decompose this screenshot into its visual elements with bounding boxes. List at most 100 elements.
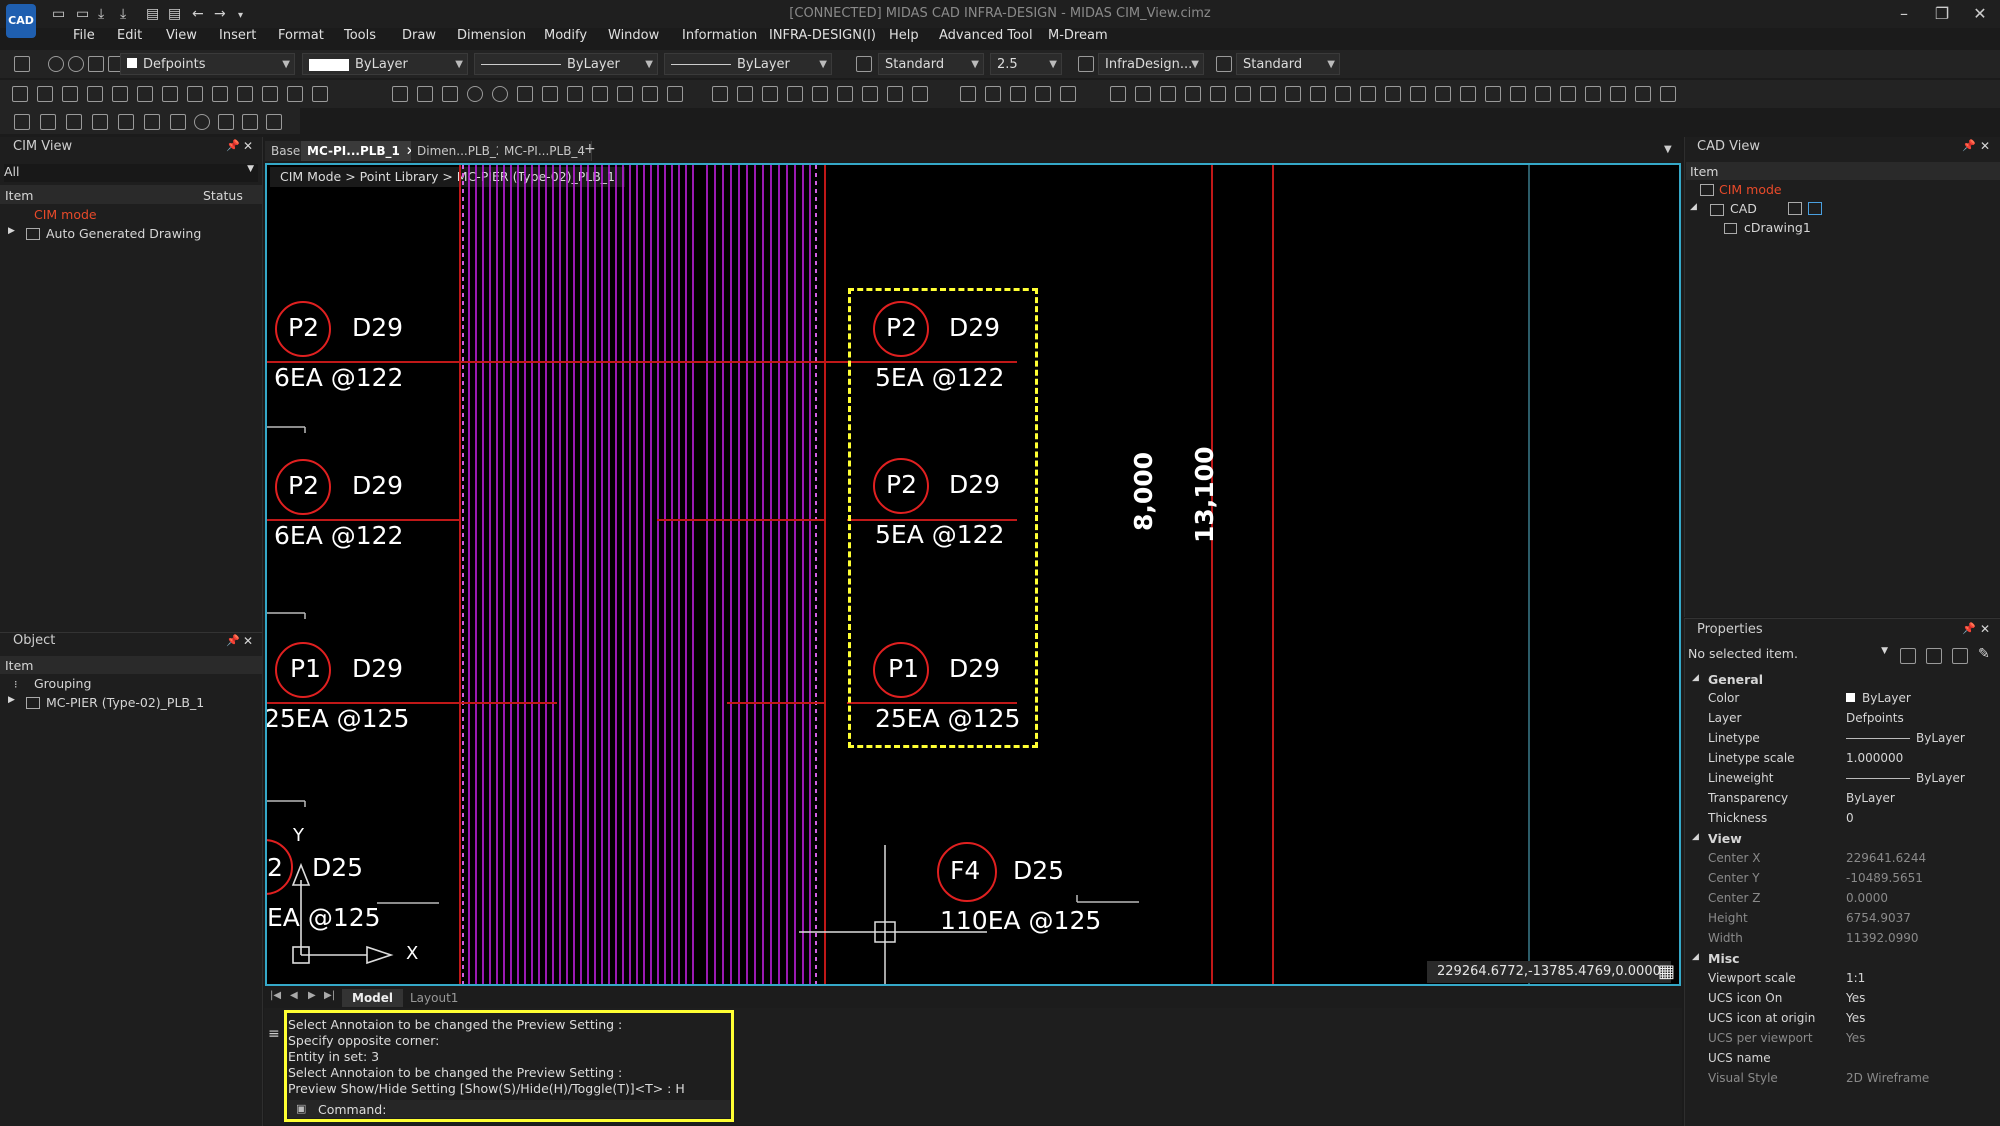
array-tool-icon[interactable]: [542, 86, 558, 102]
block-tool-icon[interactable]: [212, 86, 228, 102]
layer-on-icon[interactable]: [48, 56, 64, 72]
dim-tool-icon[interactable]: [112, 86, 128, 102]
lineweight-dropdown[interactable]: ByLayer ▼: [664, 53, 832, 75]
grid-tool-icon[interactable]: [1310, 86, 1326, 102]
stretch-icon[interactable]: [242, 114, 258, 130]
redo-icon[interactable]: →: [214, 6, 226, 22]
zoom-tool-icon[interactable]: [1235, 86, 1251, 102]
object-expand-icon[interactable]: ▶: [8, 695, 15, 705]
plot-tool-icon[interactable]: [1510, 86, 1526, 102]
cim-mode-item[interactable]: CIM mode: [34, 207, 97, 222]
pier-object-item[interactable]: MC-PIER (Type-02)_PLB_1: [46, 695, 204, 710]
osnap-tool-icon[interactable]: [1385, 86, 1401, 102]
arc-tool-icon[interactable]: [492, 86, 508, 102]
color-dropdown[interactable]: ByLayer ▼: [302, 53, 468, 75]
cad-pin-icon[interactable]: 📌: [1962, 139, 1976, 152]
rotate-tool-icon[interactable]: [442, 86, 458, 102]
arrow-tool-icon[interactable]: [392, 86, 408, 102]
prop-value[interactable]: 1:1: [1846, 971, 1865, 985]
settings-tool-icon[interactable]: [1185, 86, 1201, 102]
dim-style-icon[interactable]: [1078, 56, 1094, 72]
polyline-tool-icon[interactable]: [37, 86, 53, 102]
scale-icon[interactable]: [218, 114, 234, 130]
cim-tool-icon[interactable]: [1610, 86, 1626, 102]
text-style-dropdown[interactable]: Standard ▼: [878, 53, 984, 75]
cad-cim-mode-item[interactable]: CIM mode: [1719, 182, 1782, 197]
open-file-icon[interactable]: ▭: [76, 6, 89, 22]
print-icon[interactable]: ▤: [146, 6, 159, 22]
window-tool-icon[interactable]: [1660, 86, 1676, 102]
mirror-tool-icon[interactable]: [567, 86, 583, 102]
menu-help[interactable]: Help: [889, 28, 919, 43]
move-tool-icon[interactable]: [417, 86, 433, 102]
linetype-dropdown[interactable]: ByLayer ▼: [474, 53, 658, 75]
cad-close-icon[interactable]: ✕: [1980, 139, 1990, 153]
object-pin-icon[interactable]: 📌: [226, 634, 240, 647]
select-arrow-icon[interactable]: [92, 114, 108, 130]
plan-tool-icon[interactable]: [1135, 86, 1151, 102]
table-style-icon[interactable]: [1216, 56, 1232, 72]
select-objects-icon[interactable]: [1952, 648, 1968, 664]
rebar-table-icon[interactable]: [812, 86, 828, 102]
menu-advanced-tool[interactable]: Advanced Tool: [939, 28, 1033, 43]
expand-arrow-icon[interactable]: ▶: [8, 226, 15, 236]
menu-infra-design[interactable]: INFRA-DESIGN(I): [769, 28, 876, 43]
section-tool-icon[interactable]: [1110, 86, 1126, 102]
menu-window[interactable]: Window: [608, 28, 659, 43]
tab-mc-pier-plb4[interactable]: MC-PI...PLB_4: [498, 141, 593, 161]
offset-tool-icon[interactable]: [87, 86, 103, 102]
prop-value[interactable]: 0: [1846, 811, 1854, 825]
join-tool-icon[interactable]: [642, 86, 658, 102]
insert-tool-icon[interactable]: [312, 86, 328, 102]
group-collapse-icon[interactable]: ◢: [1692, 952, 1699, 962]
library-tool-icon[interactable]: [1560, 86, 1576, 102]
group-collapse-icon[interactable]: ◢: [1692, 673, 1699, 683]
properties-close-icon[interactable]: ✕: [1980, 622, 1990, 636]
list-tool-icon[interactable]: [14, 114, 30, 130]
prop-value[interactable]: ByLayer: [1916, 771, 1965, 785]
layer-lock-icon[interactable]: [88, 56, 104, 72]
drawing-viewport[interactable]: CIM Mode > Point Library > MC-PIER (Type…: [265, 163, 1681, 986]
layer-dropdown[interactable]: Defpoints ▼: [120, 53, 295, 75]
menu-m-dream[interactable]: M-Dream: [1048, 28, 1108, 43]
maximize-button[interactable]: ❐: [1924, 2, 1960, 26]
prop-value[interactable]: ByLayer: [1846, 791, 1895, 805]
save-as-icon[interactable]: ⤓: [120, 6, 126, 22]
scale-tool-icon[interactable]: [517, 86, 533, 102]
prev-layout-icon[interactable]: ◀: [290, 990, 298, 1001]
menu-modify[interactable]: Modify: [544, 28, 587, 43]
text-tool-icon[interactable]: [137, 86, 153, 102]
close-button[interactable]: ✕: [1962, 2, 1998, 26]
line-split-icon[interactable]: [144, 114, 160, 130]
rebar-mark-icon[interactable]: [737, 86, 753, 102]
rebar-list-icon[interactable]: [787, 86, 803, 102]
add-tab-icon[interactable]: +: [584, 141, 596, 157]
layer-freeze-icon[interactable]: [68, 56, 84, 72]
customize-icon[interactable]: ▾: [238, 10, 243, 21]
cad-view-icon[interactable]: [1788, 202, 1802, 215]
polar-tool-icon[interactable]: [1360, 86, 1376, 102]
refresh-icon[interactable]: [194, 114, 210, 130]
layers-stack-icon[interactable]: [118, 114, 134, 130]
dim-align-icon[interactable]: [66, 114, 82, 130]
prop-value[interactable]: ByLayer: [1862, 691, 1911, 705]
undo-icon[interactable]: ←: [192, 6, 204, 22]
line-double-icon[interactable]: [170, 114, 186, 130]
menu-draw[interactable]: Draw: [402, 28, 436, 43]
prop-value[interactable]: Yes: [1846, 1011, 1865, 1025]
tab-dimen-plb2[interactable]: Dimen...PLB_2: [411, 141, 511, 161]
table-export-icon[interactable]: [1060, 86, 1076, 102]
table-insert-icon[interactable]: [985, 86, 1001, 102]
first-layout-icon[interactable]: |◀: [270, 990, 281, 1001]
tab-list-icon[interactable]: ▼: [1664, 144, 1672, 155]
tab-model[interactable]: Model: [342, 989, 404, 1007]
save-icon[interactable]: ⤓: [98, 6, 104, 22]
rebar-export-icon[interactable]: [887, 86, 903, 102]
menu-tools[interactable]: Tools: [344, 28, 376, 43]
property-brush-icon[interactable]: ✎: [1978, 646, 1990, 662]
lweight-tool-icon[interactable]: [1435, 86, 1451, 102]
model-tool-icon[interactable]: [1460, 86, 1476, 102]
next-layout-icon[interactable]: ▶: [308, 990, 316, 1001]
menu-edit[interactable]: Edit: [117, 28, 142, 43]
rebar-tool-icon[interactable]: [712, 86, 728, 102]
